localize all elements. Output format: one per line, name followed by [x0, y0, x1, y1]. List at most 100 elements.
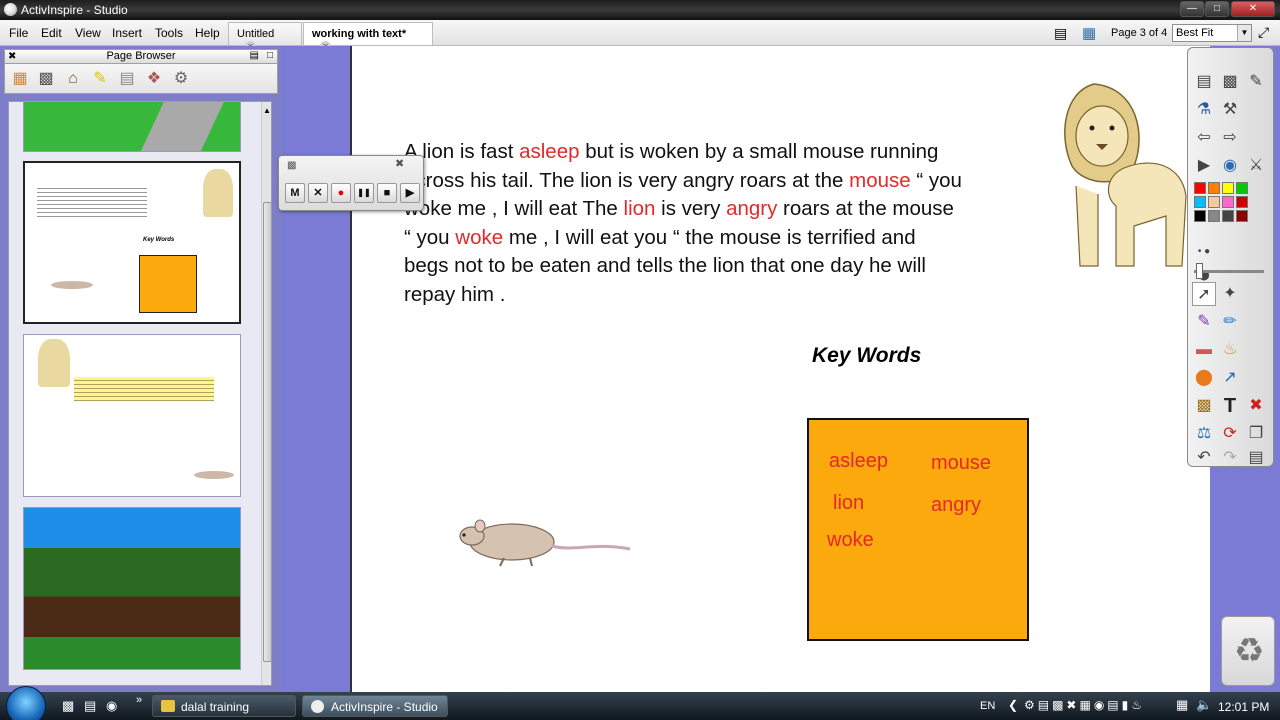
recorder-record-button[interactable]: ●	[331, 183, 351, 203]
color-swatch[interactable]	[1222, 182, 1234, 194]
taskbar-item-activinspire[interactable]: ActivInspire - Studio	[302, 695, 448, 717]
color-swatch[interactable]	[1194, 182, 1206, 194]
panel-options-icon[interactable]: ▤	[250, 50, 259, 61]
duplicate-icon[interactable]: ❐	[1244, 422, 1268, 446]
delete-icon[interactable]: ✖	[1244, 394, 1268, 418]
start-button[interactable]	[6, 686, 46, 720]
mouse-image[interactable]	[454, 512, 634, 572]
redo-icon[interactable]: ↷	[1218, 446, 1242, 470]
width-slider-track[interactable]	[1194, 270, 1264, 273]
chevron-right-icon[interactable]: »	[136, 694, 142, 706]
zoom-select[interactable]: Best Fit ▼	[1172, 24, 1252, 42]
page-browser-icon[interactable]: ▦	[9, 68, 31, 90]
fill-icon[interactable]: ♨	[1218, 338, 1242, 362]
keyword-woke[interactable]: woke	[827, 529, 874, 552]
dual-user-icon[interactable]: ⚗	[1192, 98, 1216, 122]
tab-working-with-text[interactable]: working with text*✕	[303, 22, 433, 52]
taskbar-item-dalal-training[interactable]: dalal training	[152, 695, 296, 717]
connector-icon[interactable]: ↗	[1218, 366, 1242, 390]
close-icon[interactable]: ✖	[8, 51, 16, 62]
resource-browser-icon[interactable]: ▩	[35, 68, 57, 90]
reset-icon[interactable]: ▶	[1192, 154, 1216, 178]
menu-help[interactable]: Help	[195, 26, 220, 40]
clock[interactable]: 12:01 PM	[1218, 700, 1269, 714]
color-swatch[interactable]	[1222, 196, 1234, 208]
menu-view[interactable]: View	[75, 26, 101, 40]
color-swatch[interactable]	[1194, 196, 1206, 208]
quick-launch-icon[interactable]: ◉	[106, 698, 117, 714]
tray-chevron-icon[interactable]: ❮	[1008, 698, 1018, 712]
volume-icon[interactable]: 🔈	[1196, 697, 1212, 713]
recorder-toolbar[interactable]: ▩ ✖ M ✕ ● ❚❚ ■ ▶	[278, 155, 424, 211]
keyword-asleep[interactable]: asleep	[829, 450, 888, 473]
keyword-mouse[interactable]: mouse	[931, 452, 991, 475]
web-browser-icon[interactable]: ◉	[1218, 154, 1242, 178]
previous-page-icon[interactable]: ⇦	[1192, 126, 1216, 150]
color-swatch[interactable]	[1208, 196, 1220, 208]
page-notes-icon[interactable]: ▤	[1054, 25, 1067, 42]
pin-icon[interactable]: □	[267, 50, 273, 61]
color-swatch[interactable]	[1208, 210, 1220, 222]
page-grid-icon[interactable]: ▦	[1082, 24, 1096, 42]
maximize-button[interactable]: □	[1205, 1, 1229, 17]
clear-icon[interactable]: ⚖	[1192, 422, 1216, 446]
recorder-cancel-button[interactable]: ✕	[308, 183, 328, 203]
lock-icon[interactable]: ⚔	[1244, 154, 1268, 178]
undo-icon[interactable]: ↶	[1192, 446, 1216, 470]
page-thumbnail-4[interactable]	[23, 507, 241, 670]
trash-can[interactable]: ♻	[1221, 616, 1275, 686]
switch-windows-icon[interactable]: ▤	[84, 698, 96, 714]
network-icon[interactable]: ▦	[1176, 697, 1188, 713]
color-swatch[interactable]	[1236, 182, 1248, 194]
close-button[interactable]: ✕	[1231, 1, 1275, 17]
keyword-lion[interactable]: lion	[833, 492, 864, 515]
recorder-mute-button[interactable]: M	[285, 183, 305, 203]
voting-browser-icon[interactable]: ⚙	[170, 68, 192, 90]
pen-tool-icon[interactable]: ✎	[1244, 70, 1268, 94]
magic-ink-icon[interactable]: ✦	[1218, 282, 1242, 306]
color-swatch[interactable]	[1194, 210, 1206, 222]
minimize-button[interactable]: —	[1180, 1, 1204, 17]
close-icon[interactable]: ✖	[395, 157, 404, 170]
main-menu-icon[interactable]: ▤	[1192, 70, 1216, 94]
recorder-pause-button[interactable]: ❚❚	[354, 183, 374, 203]
notes-browser-icon[interactable]: ✎	[89, 68, 111, 90]
story-text[interactable]: A lion is fast asleep but is woken by a …	[404, 138, 964, 309]
eraser-icon[interactable]: ▬	[1192, 338, 1216, 362]
menu-tools[interactable]: Tools	[155, 26, 183, 40]
tools-icon[interactable]: ⚒	[1218, 98, 1242, 122]
page-thumbnail-1[interactable]	[23, 102, 241, 152]
language-indicator[interactable]: EN	[980, 700, 995, 712]
color-swatch[interactable]	[1236, 210, 1248, 222]
scroll-up-icon[interactable]: ▲	[263, 106, 271, 115]
keyword-angry[interactable]: angry	[931, 494, 981, 517]
pen-icon[interactable]: ✎	[1192, 310, 1216, 334]
object-browser-icon[interactable]: ⌂	[62, 68, 84, 90]
key-words-box[interactable]: asleep mouse lion angry woke	[807, 418, 1029, 641]
width-slider-thumb[interactable]	[1196, 263, 1203, 279]
text-tool-icon[interactable]: T	[1218, 394, 1242, 418]
color-swatch[interactable]	[1236, 196, 1248, 208]
scroll-thumb[interactable]	[263, 202, 271, 662]
thumbnail-scrollbar[interactable]: ▲	[261, 102, 271, 685]
color-swatch[interactable]	[1222, 210, 1234, 222]
shape-icon[interactable]: ⬤	[1192, 366, 1216, 390]
next-page-icon[interactable]: ⇨	[1218, 126, 1242, 150]
tab-untitled[interactable]: Untitled✕	[228, 22, 302, 52]
resize-toolbox-icon[interactable]: ▤	[1244, 446, 1268, 470]
select-tool-icon[interactable]: ➚	[1192, 282, 1216, 306]
menu-file[interactable]: File	[9, 26, 28, 40]
action-browser-icon[interactable]: ❖	[143, 68, 165, 90]
page-thumbnail-3[interactable]	[23, 334, 241, 497]
recorder-stop-button[interactable]: ■	[377, 183, 397, 203]
recorder-play-button[interactable]: ▶	[400, 183, 420, 203]
fullscreen-icon[interactable]: ⤢	[1258, 24, 1269, 41]
reset-page-icon[interactable]: ⟳	[1218, 422, 1242, 446]
color-swatch[interactable]	[1208, 182, 1220, 194]
menu-edit[interactable]: Edit	[41, 26, 62, 40]
show-desktop-icon[interactable]: ▩	[62, 698, 74, 714]
insert-media-icon[interactable]: ▩	[1192, 394, 1216, 418]
menu-insert[interactable]: Insert	[112, 26, 142, 40]
page-thumbnail-2[interactable]: Key Words	[23, 161, 241, 324]
lion-image[interactable]	[1054, 76, 1194, 272]
